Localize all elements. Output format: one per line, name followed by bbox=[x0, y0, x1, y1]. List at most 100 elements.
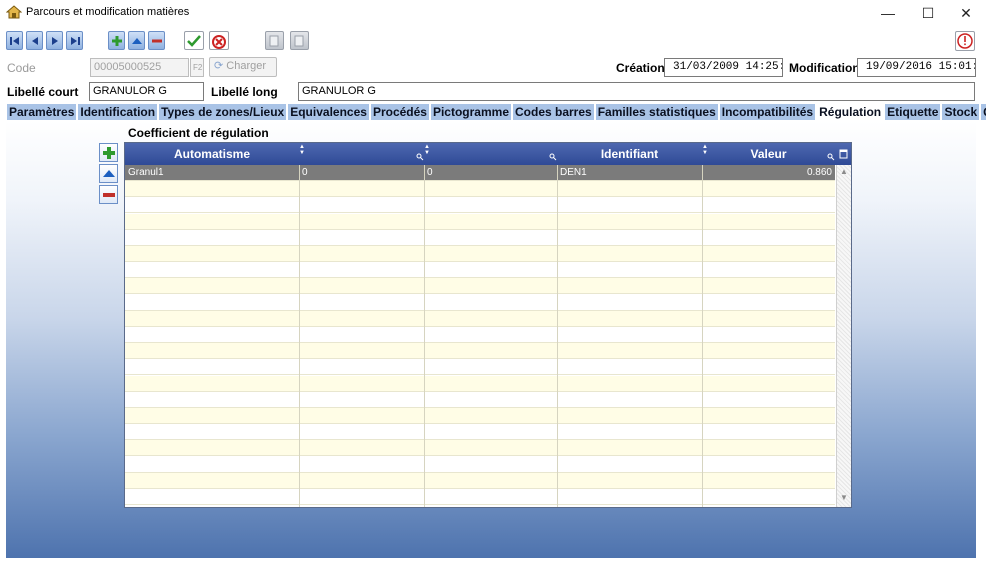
column-header-valeur[interactable]: Valeur bbox=[702, 143, 835, 165]
first-record-icon bbox=[10, 37, 19, 45]
column-divider bbox=[702, 165, 703, 507]
table-cell[interactable]: 0.860 bbox=[702, 165, 835, 181]
vertical-scrollbar[interactable]: ▲ ▼ bbox=[836, 165, 851, 507]
short-label-input[interactable]: GRANULOR G bbox=[89, 82, 204, 101]
tab-5[interactable]: Pictogramme bbox=[429, 103, 512, 121]
table-cell[interactable]: 0 bbox=[299, 165, 424, 181]
check-icon bbox=[187, 35, 201, 47]
table-cell[interactable]: 0 bbox=[424, 165, 557, 181]
column-header-2[interactable] bbox=[299, 143, 424, 165]
validate-button[interactable] bbox=[184, 31, 204, 50]
remove-icon bbox=[103, 193, 115, 197]
alert-button[interactable] bbox=[955, 31, 975, 51]
search-icon[interactable] bbox=[827, 150, 835, 164]
tab-4[interactable]: Procédés bbox=[369, 103, 430, 121]
tab-3[interactable]: Equivalences bbox=[287, 103, 370, 121]
table-row[interactable] bbox=[125, 310, 835, 327]
table-row[interactable] bbox=[125, 197, 835, 214]
cancel-icon bbox=[212, 35, 226, 49]
table-row[interactable] bbox=[125, 456, 835, 473]
tab-8[interactable]: Incompatibilités bbox=[718, 103, 817, 121]
move-row-up-button[interactable] bbox=[99, 164, 118, 183]
table-header: Automatisme Identifiant Valeur ▲ ▼ ▲ ▼ ▲ ▼ bbox=[125, 143, 851, 165]
scroll-down-icon[interactable]: ▼ bbox=[840, 493, 848, 502]
add-icon bbox=[103, 147, 115, 159]
last-record-button[interactable] bbox=[66, 31, 83, 50]
last-record-icon bbox=[71, 37, 80, 45]
column-divider bbox=[299, 165, 300, 507]
long-label-label: Libellé long bbox=[211, 85, 278, 99]
table-row[interactable] bbox=[125, 408, 835, 424]
table-row[interactable] bbox=[125, 391, 835, 408]
table-row[interactable] bbox=[125, 294, 835, 311]
tab-1[interactable]: Identification bbox=[77, 103, 159, 121]
tab-11[interactable]: Stock bbox=[941, 103, 981, 121]
table-row[interactable] bbox=[125, 343, 835, 360]
code-field[interactable]: 00005000525 bbox=[90, 58, 189, 77]
refresh-icon: ⟳ bbox=[214, 60, 224, 72]
search-icon[interactable] bbox=[549, 150, 557, 164]
table-row[interactable] bbox=[125, 213, 835, 230]
column-header-3[interactable] bbox=[424, 143, 557, 165]
next-record-button[interactable] bbox=[46, 31, 63, 50]
column-header-identifiant[interactable]: Identifiant bbox=[557, 143, 702, 165]
tab-9[interactable]: Régulation bbox=[816, 103, 885, 121]
table-row[interactable] bbox=[125, 359, 835, 376]
sort-icon[interactable]: ▲ ▼ bbox=[424, 144, 430, 156]
table-menu-icon[interactable] bbox=[839, 148, 848, 162]
section-title: Coefficient de régulation bbox=[128, 126, 269, 140]
table-cell[interactable]: Granul1 bbox=[125, 165, 299, 181]
f2-button[interactable]: F2 bbox=[190, 58, 204, 77]
remove-record-button[interactable] bbox=[148, 31, 165, 50]
table-row[interactable] bbox=[125, 181, 835, 198]
add-row-button[interactable] bbox=[99, 143, 118, 162]
sort-icon[interactable]: ▲ ▼ bbox=[702, 144, 708, 156]
table-row[interactable] bbox=[125, 229, 835, 246]
load-button[interactable]: ⟳ Charger bbox=[209, 57, 277, 77]
column-header-automatisme[interactable]: Automatisme bbox=[125, 143, 299, 165]
table-row[interactable] bbox=[125, 375, 835, 392]
table-row[interactable]: Granul1 0 0 DEN1 0.860 bbox=[125, 165, 835, 181]
table-row[interactable] bbox=[125, 262, 835, 279]
move-up-icon bbox=[132, 38, 142, 44]
window-title: Parcours et modification matières bbox=[26, 6, 190, 18]
table-cell[interactable]: DEN1 bbox=[557, 165, 702, 181]
next-record-icon bbox=[52, 37, 58, 45]
cancel-button[interactable] bbox=[209, 31, 229, 50]
tab-7[interactable]: Familles statistiques bbox=[594, 103, 719, 121]
modification-label: Modification bbox=[789, 61, 860, 75]
table-row[interactable] bbox=[125, 472, 835, 489]
scroll-up-icon[interactable]: ▲ bbox=[840, 167, 848, 176]
window-title-bar: Parcours et modification matières — ☐ ✕ bbox=[0, 0, 986, 26]
table-row[interactable] bbox=[125, 246, 835, 262]
table-row[interactable] bbox=[125, 327, 835, 343]
long-label-input[interactable]: GRANULOR G bbox=[298, 82, 975, 101]
first-record-button[interactable] bbox=[6, 31, 23, 50]
maximize-icon[interactable]: ☐ bbox=[908, 2, 948, 24]
column-divider bbox=[557, 165, 558, 507]
previous-record-button[interactable] bbox=[26, 31, 43, 50]
copy-button[interactable] bbox=[265, 31, 284, 50]
tab-12[interactable]: Qualité bbox=[980, 103, 986, 121]
tab-10[interactable]: Etiquette bbox=[884, 103, 942, 121]
add-icon bbox=[112, 36, 122, 46]
paste-button[interactable] bbox=[290, 31, 309, 50]
table-row[interactable] bbox=[125, 424, 835, 441]
tab-6[interactable]: Codes barres bbox=[512, 103, 595, 121]
sort-icon[interactable]: ▲ ▼ bbox=[299, 144, 305, 156]
tab-2[interactable]: Types de zones/Lieux bbox=[158, 103, 288, 121]
creation-date-field: 31/03/2009 14:25:33 bbox=[664, 58, 783, 77]
tab-0[interactable]: Paramètres bbox=[6, 103, 78, 121]
move-up-button[interactable] bbox=[128, 31, 145, 50]
alert-icon bbox=[957, 33, 973, 49]
code-label: Code bbox=[7, 61, 36, 75]
add-record-button[interactable] bbox=[108, 31, 125, 50]
close-icon[interactable]: ✕ bbox=[946, 2, 986, 24]
table-row[interactable] bbox=[125, 440, 835, 457]
search-icon[interactable] bbox=[416, 150, 424, 164]
table-row[interactable] bbox=[125, 278, 835, 295]
table-row[interactable] bbox=[125, 489, 835, 505]
remove-row-button[interactable] bbox=[99, 185, 118, 204]
minimize-icon[interactable]: — bbox=[868, 2, 908, 24]
creation-label: Création bbox=[616, 61, 665, 75]
